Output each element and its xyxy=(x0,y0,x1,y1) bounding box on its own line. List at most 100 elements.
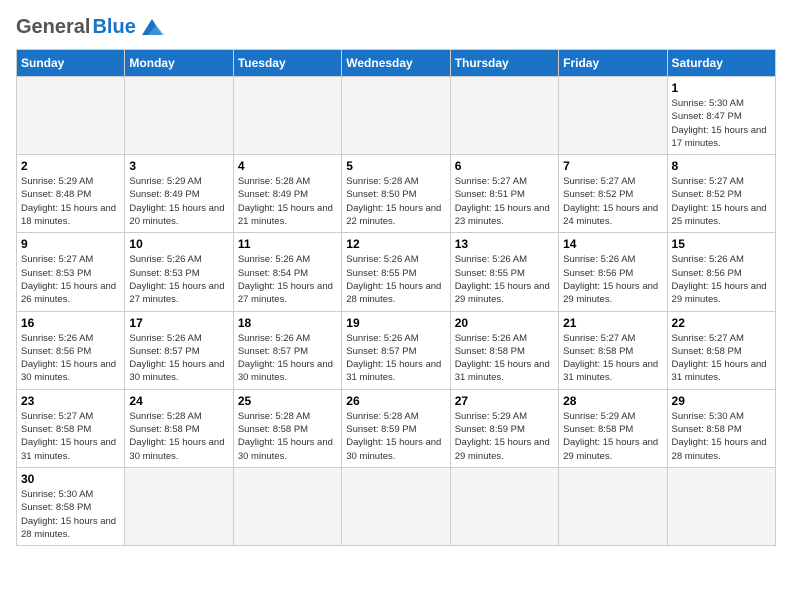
calendar-cell: 22 Sunrise: 5:27 AM Sunset: 8:58 PM Dayli… xyxy=(667,311,775,389)
day-info: Sunrise: 5:27 AM Sunset: 8:58 PM Dayligh… xyxy=(21,410,120,463)
day-info: Sunrise: 5:29 AM Sunset: 8:59 PM Dayligh… xyxy=(455,410,554,463)
calendar-week-row: 23 Sunrise: 5:27 AM Sunset: 8:58 PM Dayli… xyxy=(17,389,776,467)
day-info: Sunrise: 5:26 AM Sunset: 8:57 PM Dayligh… xyxy=(129,332,228,385)
calendar-week-row: 9 Sunrise: 5:27 AM Sunset: 8:53 PM Daylig… xyxy=(17,233,776,311)
calendar-cell: 21 Sunrise: 5:27 AM Sunset: 8:58 PM Dayli… xyxy=(559,311,667,389)
calendar-week-row: 1 Sunrise: 5:30 AM Sunset: 8:47 PM Daylig… xyxy=(17,77,776,155)
calendar-week-row: 30Sunrise: 5:30 AM Sunset: 8:58 PM Dayli… xyxy=(17,467,776,545)
logo-icon xyxy=(138,17,166,39)
day-info: Sunrise: 5:26 AM Sunset: 8:55 PM Dayligh… xyxy=(346,253,445,306)
calendar-cell: 2 Sunrise: 5:29 AM Sunset: 8:48 PM Daylig… xyxy=(17,155,125,233)
calendar-cell xyxy=(125,467,233,545)
calendar-cell: 15Sunrise: 5:26 AM Sunset: 8:56 PM Dayli… xyxy=(667,233,775,311)
calendar-cell: 27Sunrise: 5:29 AM Sunset: 8:59 PM Dayli… xyxy=(450,389,558,467)
day-number: 29 xyxy=(672,394,771,408)
day-number: 24 xyxy=(129,394,228,408)
day-number: 30 xyxy=(21,472,120,486)
day-number: 8 xyxy=(672,159,771,173)
calendar-cell: 25 Sunrise: 5:28 AM Sunset: 8:58 PM Dayli… xyxy=(233,389,341,467)
header-day-wednesday: Wednesday xyxy=(342,50,450,77)
calendar-cell xyxy=(559,77,667,155)
header-day-tuesday: Tuesday xyxy=(233,50,341,77)
day-number: 19 xyxy=(346,316,445,330)
calendar-cell xyxy=(559,467,667,545)
calendar-cell: 6Sunrise: 5:27 AM Sunset: 8:51 PM Daylig… xyxy=(450,155,558,233)
logo: General Blue xyxy=(16,16,166,39)
day-number: 28 xyxy=(563,394,662,408)
day-number: 23 xyxy=(21,394,120,408)
calendar-cell: 14Sunrise: 5:26 AM Sunset: 8:56 PM Dayli… xyxy=(559,233,667,311)
day-number: 5 xyxy=(346,159,445,173)
day-number: 9 xyxy=(21,237,120,251)
day-number: 18 xyxy=(238,316,337,330)
header-day-sunday: Sunday xyxy=(17,50,125,77)
day-number: 13 xyxy=(455,237,554,251)
day-info: Sunrise: 5:26 AM Sunset: 8:54 PM Dayligh… xyxy=(238,253,337,306)
calendar-cell: 20Sunrise: 5:26 AM Sunset: 8:58 PM Dayli… xyxy=(450,311,558,389)
calendar-cell: 30Sunrise: 5:30 AM Sunset: 8:58 PM Dayli… xyxy=(17,467,125,545)
day-info: Sunrise: 5:28 AM Sunset: 8:49 PM Dayligh… xyxy=(238,175,337,228)
day-number: 25 xyxy=(238,394,337,408)
calendar-cell: 16 Sunrise: 5:26 AM Sunset: 8:56 PM Dayli… xyxy=(17,311,125,389)
day-info: Sunrise: 5:26 AM Sunset: 8:58 PM Dayligh… xyxy=(455,332,554,385)
day-number: 1 xyxy=(672,81,771,95)
day-info: Sunrise: 5:26 AM Sunset: 8:57 PM Dayligh… xyxy=(346,332,445,385)
day-number: 4 xyxy=(238,159,337,173)
day-info: Sunrise: 5:29 AM Sunset: 8:58 PM Dayligh… xyxy=(563,410,662,463)
day-number: 17 xyxy=(129,316,228,330)
day-info: Sunrise: 5:26 AM Sunset: 8:53 PM Dayligh… xyxy=(129,253,228,306)
calendar-cell: 12 Sunrise: 5:26 AM Sunset: 8:55 PM Dayli… xyxy=(342,233,450,311)
calendar-header-row: SundayMondayTuesdayWednesdayThursdayFrid… xyxy=(17,50,776,77)
calendar-cell: 7 Sunrise: 5:27 AM Sunset: 8:52 PM Daylig… xyxy=(559,155,667,233)
day-info: Sunrise: 5:29 AM Sunset: 8:49 PM Dayligh… xyxy=(129,175,228,228)
calendar-cell: 19 Sunrise: 5:26 AM Sunset: 8:57 PM Dayli… xyxy=(342,311,450,389)
calendar-cell: 28 Sunrise: 5:29 AM Sunset: 8:58 PM Dayli… xyxy=(559,389,667,467)
day-number: 12 xyxy=(346,237,445,251)
calendar-cell: 11Sunrise: 5:26 AM Sunset: 8:54 PM Dayli… xyxy=(233,233,341,311)
day-info: Sunrise: 5:26 AM Sunset: 8:57 PM Dayligh… xyxy=(238,332,337,385)
calendar-cell: 26Sunrise: 5:28 AM Sunset: 8:59 PM Dayli… xyxy=(342,389,450,467)
day-number: 15 xyxy=(672,237,771,251)
day-info: Sunrise: 5:26 AM Sunset: 8:56 PM Dayligh… xyxy=(21,332,120,385)
calendar-cell: 4 Sunrise: 5:28 AM Sunset: 8:49 PM Daylig… xyxy=(233,155,341,233)
day-number: 21 xyxy=(563,316,662,330)
header: General Blue xyxy=(16,16,776,39)
day-number: 22 xyxy=(672,316,771,330)
day-info: Sunrise: 5:27 AM Sunset: 8:53 PM Dayligh… xyxy=(21,253,120,306)
header-day-saturday: Saturday xyxy=(667,50,775,77)
calendar-cell xyxy=(233,77,341,155)
day-number: 16 xyxy=(21,316,120,330)
day-info: Sunrise: 5:27 AM Sunset: 8:58 PM Dayligh… xyxy=(672,332,771,385)
day-number: 10 xyxy=(129,237,228,251)
day-info: Sunrise: 5:30 AM Sunset: 8:47 PM Dayligh… xyxy=(672,97,771,150)
calendar-cell: 1 Sunrise: 5:30 AM Sunset: 8:47 PM Daylig… xyxy=(667,77,775,155)
day-info: Sunrise: 5:28 AM Sunset: 8:58 PM Dayligh… xyxy=(129,410,228,463)
logo-blue-text: Blue xyxy=(92,16,135,39)
day-number: 7 xyxy=(563,159,662,173)
calendar-cell: 23 Sunrise: 5:27 AM Sunset: 8:58 PM Dayli… xyxy=(17,389,125,467)
calendar-cell: 3 Sunrise: 5:29 AM Sunset: 8:49 PM Daylig… xyxy=(125,155,233,233)
calendar-cell xyxy=(450,77,558,155)
day-info: Sunrise: 5:27 AM Sunset: 8:58 PM Dayligh… xyxy=(563,332,662,385)
day-info: Sunrise: 5:27 AM Sunset: 8:52 PM Dayligh… xyxy=(672,175,771,228)
calendar-cell: 8 Sunrise: 5:27 AM Sunset: 8:52 PM Daylig… xyxy=(667,155,775,233)
logo-general-text: General xyxy=(16,16,90,39)
calendar-cell xyxy=(342,467,450,545)
header-day-thursday: Thursday xyxy=(450,50,558,77)
calendar-cell xyxy=(342,77,450,155)
day-number: 3 xyxy=(129,159,228,173)
day-number: 2 xyxy=(21,159,120,173)
calendar-cell: 18 Sunrise: 5:26 AM Sunset: 8:57 PM Dayli… xyxy=(233,311,341,389)
day-info: Sunrise: 5:27 AM Sunset: 8:52 PM Dayligh… xyxy=(563,175,662,228)
calendar-week-row: 16 Sunrise: 5:26 AM Sunset: 8:56 PM Dayli… xyxy=(17,311,776,389)
day-info: Sunrise: 5:29 AM Sunset: 8:48 PM Dayligh… xyxy=(21,175,120,228)
calendar-cell xyxy=(667,467,775,545)
day-info: Sunrise: 5:28 AM Sunset: 8:58 PM Dayligh… xyxy=(238,410,337,463)
calendar-cell xyxy=(125,77,233,155)
calendar-cell: 29Sunrise: 5:30 AM Sunset: 8:58 PM Dayli… xyxy=(667,389,775,467)
calendar-cell: 17 Sunrise: 5:26 AM Sunset: 8:57 PM Dayli… xyxy=(125,311,233,389)
calendar-cell: 13Sunrise: 5:26 AM Sunset: 8:55 PM Dayli… xyxy=(450,233,558,311)
calendar-cell xyxy=(17,77,125,155)
calendar-cell xyxy=(450,467,558,545)
day-info: Sunrise: 5:28 AM Sunset: 8:59 PM Dayligh… xyxy=(346,410,445,463)
